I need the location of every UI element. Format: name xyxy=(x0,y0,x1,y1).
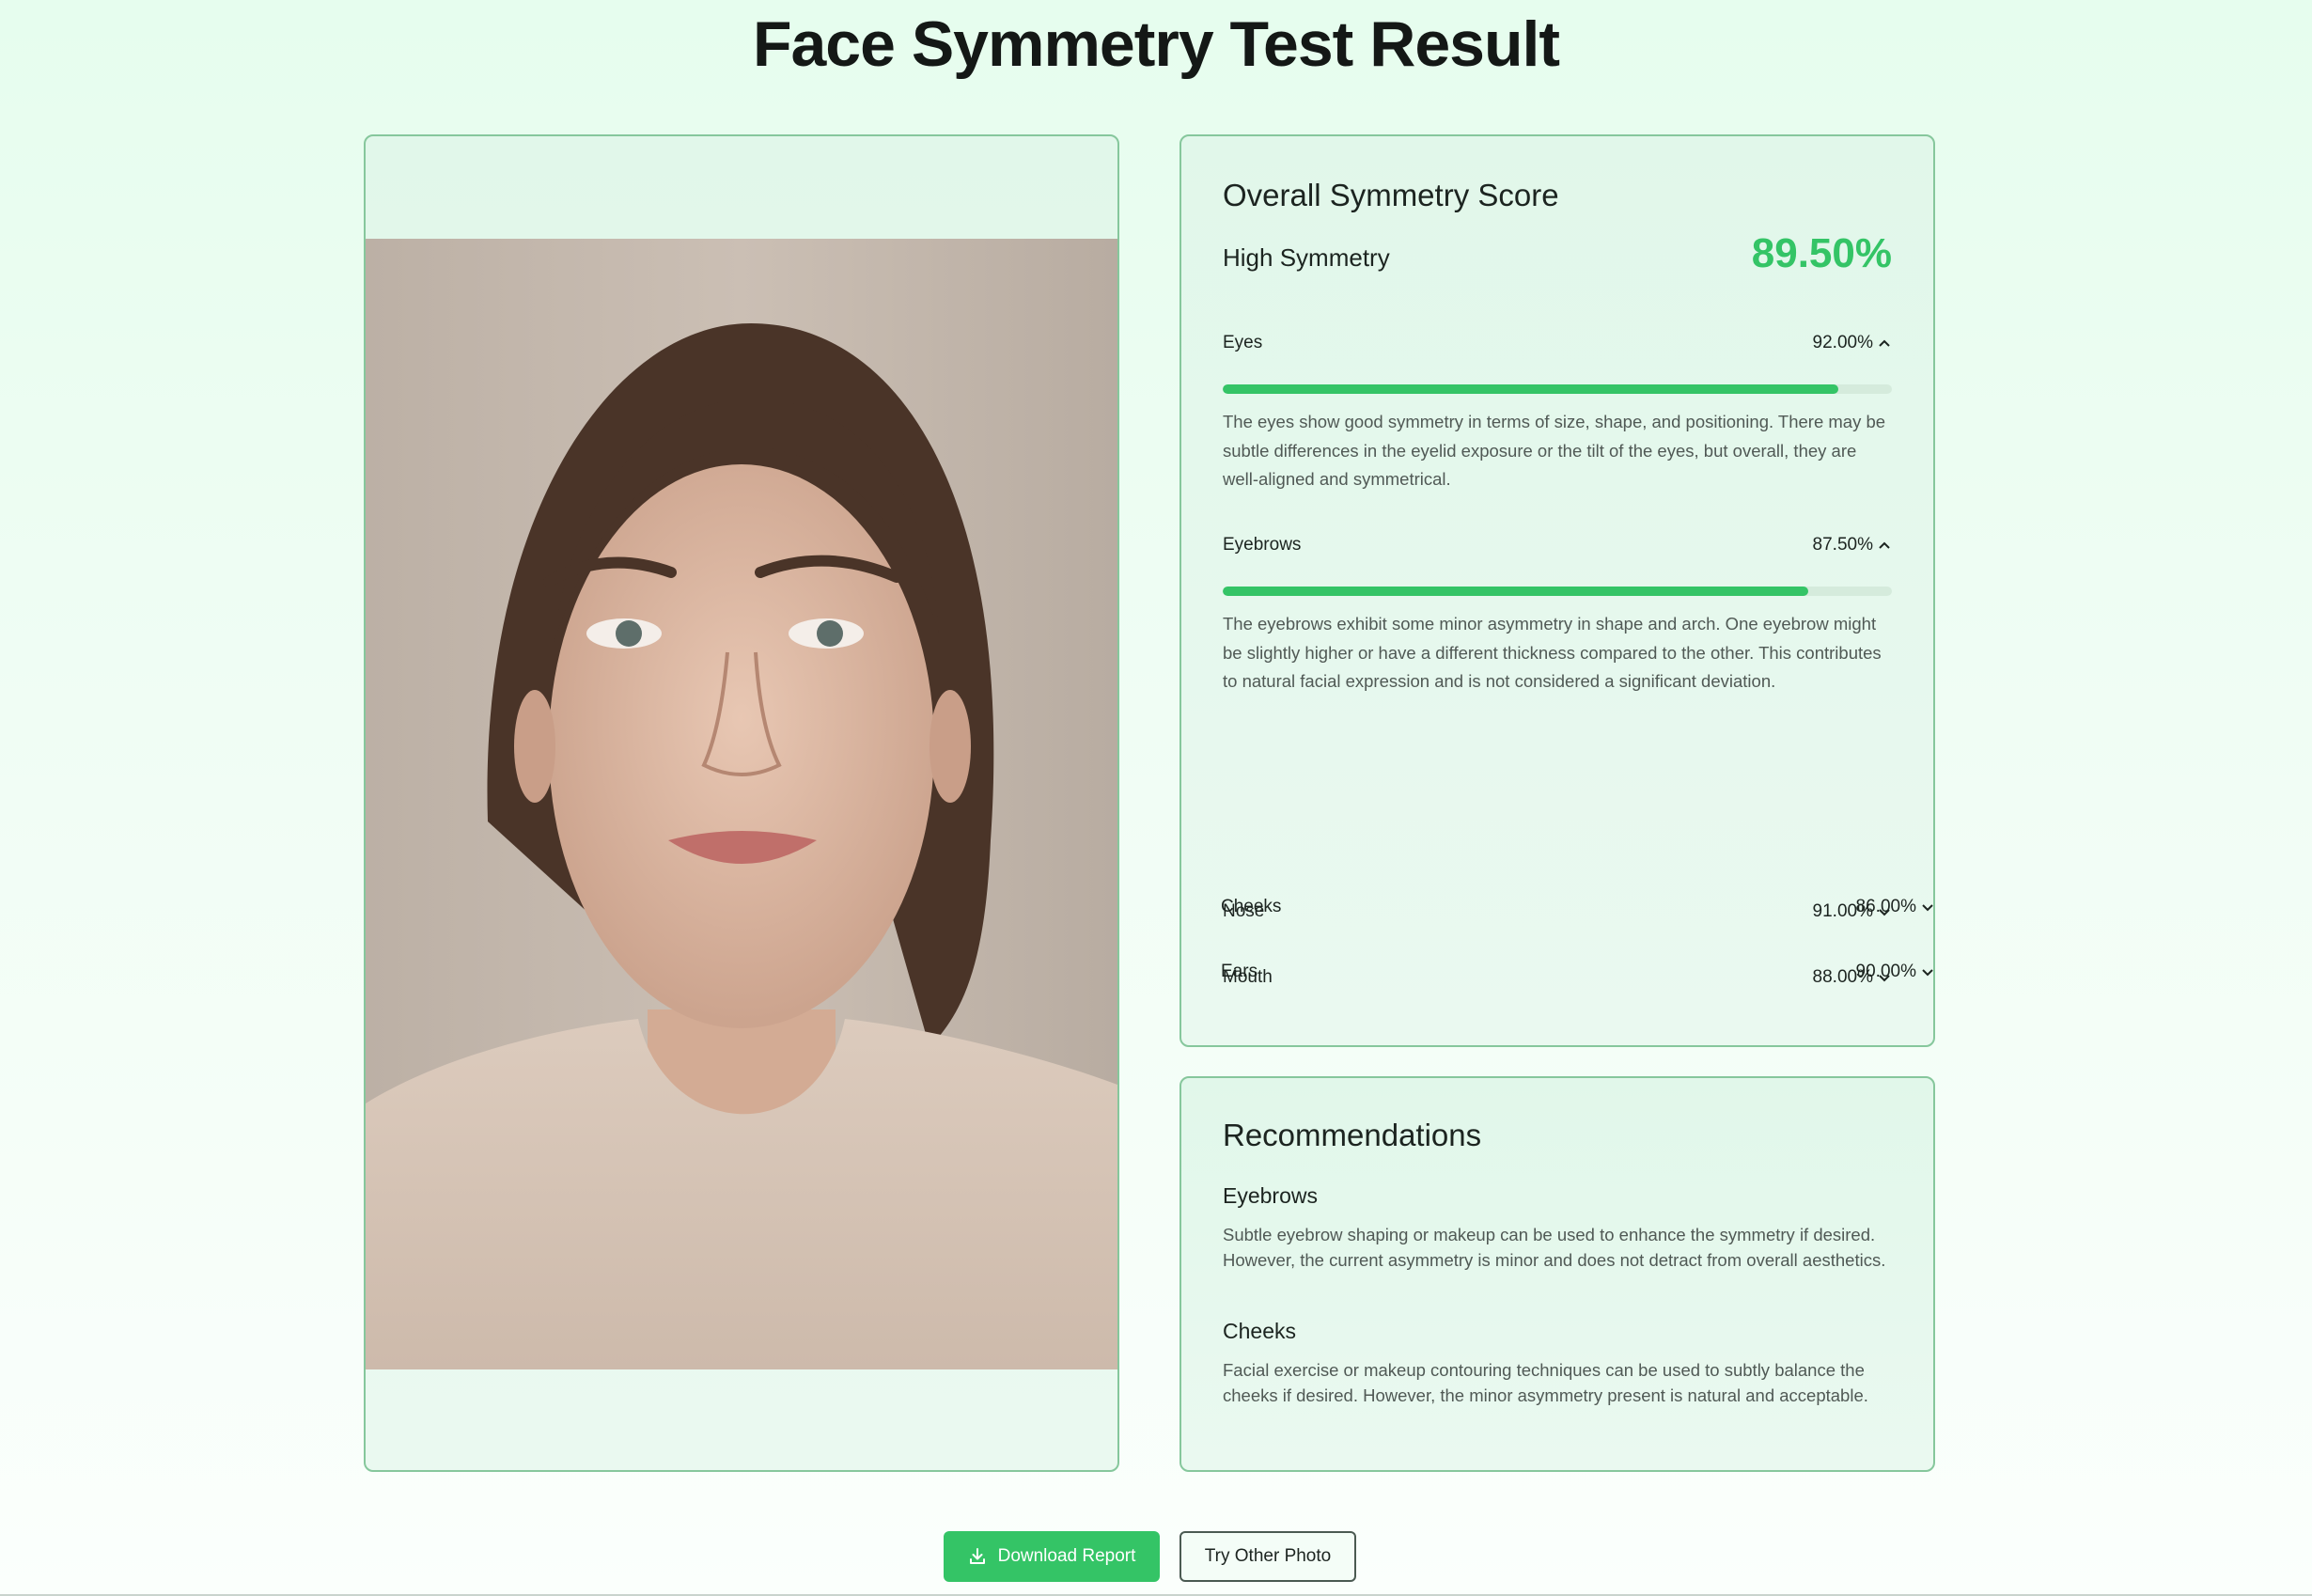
recommendation-text: Subtle eyebrow shaping or makeup can be … xyxy=(1223,1225,1886,1270)
metric-header-cheeks[interactable]: Cheeks 86.00% xyxy=(1221,893,1935,921)
progress-bar-eyebrows xyxy=(1223,587,1892,596)
metric-header-eyebrows[interactable]: Eyebrows 87.50% xyxy=(1223,531,1892,559)
download-report-label: Download Report xyxy=(997,1546,1136,1566)
progress-fill xyxy=(1223,384,1839,394)
chevron-up-icon[interactable] xyxy=(1877,538,1892,553)
metric-value-text: 90.00% xyxy=(1855,962,1916,981)
recommendation-title: Cheeks xyxy=(1223,1319,1296,1343)
portrait-illustration xyxy=(366,239,1117,1369)
metric-value-text: 86.00% xyxy=(1855,897,1916,916)
metric-ears: Ears 90.00% xyxy=(1221,958,1935,986)
metric-header-eyes[interactable]: Eyes 92.00% xyxy=(1223,329,1892,357)
try-other-photo-button[interactable]: Try Other Photo xyxy=(1179,1531,1356,1582)
overall-score: 89.50% xyxy=(1751,230,1892,276)
recommendation-cheeks: Cheeks Facial exercise or makeup contour… xyxy=(1223,1319,1892,1408)
metric-value-text: 92.00% xyxy=(1812,333,1873,352)
metric-name: Ears xyxy=(1221,962,1258,981)
metric-value: 87.50% xyxy=(1813,535,1892,555)
metric-value-text: 87.50% xyxy=(1812,535,1873,555)
score-heading: Overall Symmetry Score xyxy=(1223,178,1559,212)
recommendation-eyebrows: Eyebrows Subtle eyebrow shaping or makeu… xyxy=(1223,1183,1892,1273)
metric-description: The eyes show good symmetry in terms of … xyxy=(1223,412,1886,489)
metric-eyes: Eyes 92.00% The eyes show good symmetry … xyxy=(1223,329,1892,494)
portrait-photo xyxy=(366,239,1117,1369)
chevron-up-icon[interactable] xyxy=(1877,336,1892,351)
metric-name: Eyes xyxy=(1223,333,1263,352)
metric-cheeks: Cheeks 86.00% xyxy=(1221,893,1935,921)
metric-eyebrows: Eyebrows 87.50% The eyebrows exhibit som… xyxy=(1223,531,1892,696)
page-title: Face Symmetry Test Result xyxy=(752,8,1560,80)
metric-name: Eyebrows xyxy=(1223,535,1302,555)
photo-card xyxy=(364,134,1119,1472)
download-icon xyxy=(969,1548,985,1564)
chevron-down-icon[interactable] xyxy=(1920,900,1935,915)
metric-value: 92.00% xyxy=(1813,333,1892,353)
metric-value: 90.00% xyxy=(1856,962,1935,982)
download-report-button[interactable]: Download Report xyxy=(944,1531,1160,1582)
recommendations-card: Recommendations Eyebrows Subtle eyebrow … xyxy=(1179,1076,1935,1472)
metric-header-ears[interactable]: Ears 90.00% xyxy=(1221,958,1935,986)
metric-name: Cheeks xyxy=(1221,897,1282,916)
recommendation-text: Facial exercise or makeup contouring tec… xyxy=(1223,1360,1868,1405)
progress-fill xyxy=(1223,587,1808,596)
metric-description: The eyebrows exhibit some minor asymmetr… xyxy=(1223,614,1882,691)
recommendation-title: Eyebrows xyxy=(1223,1183,1318,1208)
recommendations-heading: Recommendations xyxy=(1223,1118,1482,1152)
symmetry-level: High Symmetry xyxy=(1223,243,1390,272)
metric-value: 86.00% xyxy=(1856,897,1935,917)
progress-bar-eyes xyxy=(1223,384,1892,394)
chevron-down-icon[interactable] xyxy=(1920,964,1935,979)
